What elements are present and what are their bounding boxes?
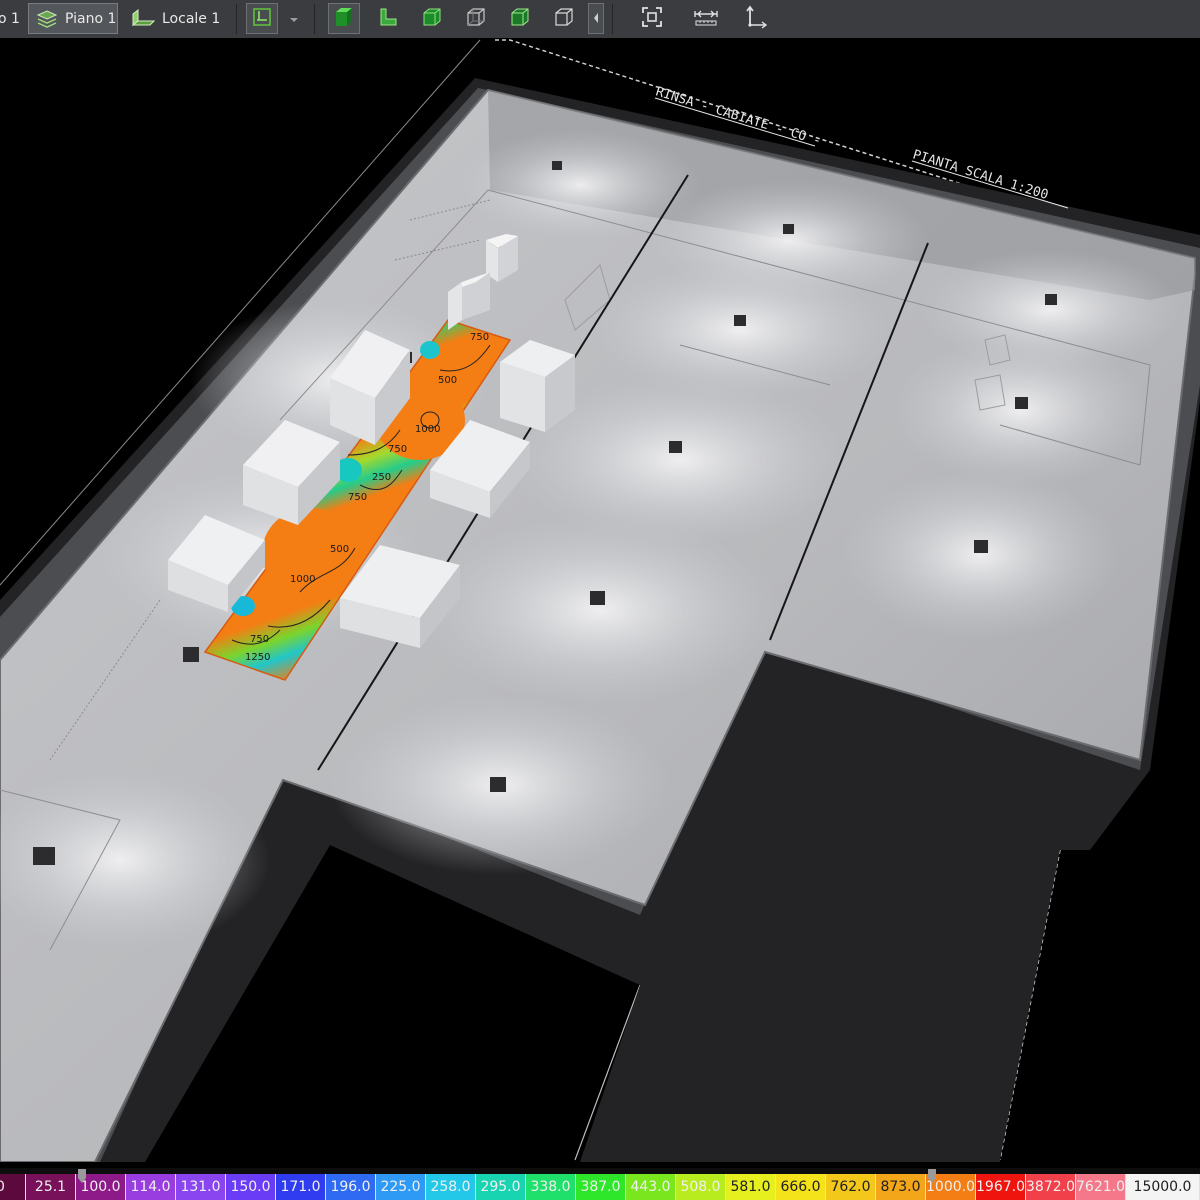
box — [500, 340, 575, 432]
outline-cube-icon — [553, 6, 575, 32]
tab-label: o 1 — [0, 10, 20, 27]
legend-swatch: 443.0 — [626, 1174, 676, 1200]
zoom-fit-button[interactable] — [636, 3, 668, 34]
floor-stack-icon — [35, 8, 59, 30]
legend-swatch: 131.0 — [176, 1174, 226, 1200]
legend-swatch: 7621.0 — [1076, 1174, 1126, 1200]
legend-swatch: 196.0 — [326, 1174, 376, 1200]
legend-swatch: 15000.0 — [1126, 1174, 1200, 1200]
contour-label: 1000 — [415, 424, 440, 435]
legend-swatch: 1967.0 — [976, 1174, 1026, 1200]
wireframe-button[interactable] — [460, 3, 492, 34]
legend-swatch: 25.1 — [26, 1174, 76, 1200]
legend-swatch: 338.0 — [526, 1174, 576, 1200]
collapse-toolbar-button[interactable] — [588, 3, 604, 34]
contour-label: 1000 — [290, 574, 315, 585]
solid-view-button[interactable] — [328, 3, 360, 34]
chevron-left-icon — [592, 9, 600, 28]
toolbar-divider — [236, 4, 237, 34]
illuminance-legend: 025.1100.0114.0131.0150.0171.0196.0225.0… — [0, 1168, 1200, 1200]
legend-swatch: 666.0 — [776, 1174, 826, 1200]
measure-button[interactable] — [690, 3, 722, 34]
tab-label: Locale 1 — [162, 10, 221, 27]
shaded-cube-icon — [509, 6, 531, 32]
l-shape-view-icon — [377, 6, 399, 32]
toolbar-divider — [612, 4, 613, 34]
tab-label: Piano 1 — [65, 10, 117, 27]
legend-swatch: 581.0 — [726, 1174, 776, 1200]
legend-swatch: 225.0 — [376, 1174, 426, 1200]
contour-label: 750 — [348, 492, 367, 503]
tab-floor-partial[interactable]: o 1 — [0, 3, 24, 34]
legend-swatch: 171.0 — [276, 1174, 326, 1200]
cube-view-button[interactable] — [416, 3, 448, 34]
room-icon — [130, 8, 156, 30]
zoom-fit-icon — [641, 6, 663, 32]
contour-label: 250 — [372, 472, 391, 483]
wireframe-cube-icon — [465, 6, 487, 32]
legend-threshold-handle[interactable] — [78, 1168, 86, 1183]
legend-swatch: 762.0 — [826, 1174, 876, 1200]
chevron-down-icon — [289, 9, 299, 28]
legend-swatch: 114.0 — [126, 1174, 176, 1200]
legend-swatch: 508.0 — [676, 1174, 726, 1200]
contour-label: 500 — [330, 544, 349, 555]
view-dropdown-button[interactable] — [282, 3, 306, 34]
view-select-icon — [251, 6, 273, 32]
contour-label: 750 — [470, 332, 489, 343]
legend-swatch: 387.0 — [576, 1174, 626, 1200]
contour-label: 750 — [388, 444, 407, 455]
solid-green-view-icon — [333, 6, 355, 32]
view-select-button[interactable] — [246, 3, 278, 34]
axes-button[interactable] — [740, 3, 772, 34]
cube-view-icon — [421, 6, 443, 32]
legend-swatch: 258.0 — [426, 1174, 476, 1200]
legend-swatch: 295.0 — [476, 1174, 526, 1200]
toolbar: o 1 Piano 1 Locale 1 — [0, 0, 1200, 39]
contour-label: 750 — [250, 634, 269, 645]
measure-icon — [693, 6, 719, 32]
floor-plan-render: 750 500 1000 750 250 750 500 1000 750 12… — [0, 39, 1200, 1162]
contour-label: 500 — [438, 375, 457, 386]
tab-locale-1[interactable]: Locale 1 — [124, 3, 232, 34]
legend-swatch: 0 — [0, 1174, 26, 1200]
3d-viewport[interactable]: 750 500 1000 750 250 750 500 1000 750 12… — [0, 38, 1200, 1162]
outline-button[interactable] — [548, 3, 580, 34]
legend-swatch: 3872.0 — [1026, 1174, 1076, 1200]
shaded-button[interactable] — [504, 3, 536, 34]
legend-swatch: 150.0 — [226, 1174, 276, 1200]
legend-threshold-handle[interactable] — [928, 1168, 936, 1183]
legend-swatch: 873.0 — [876, 1174, 926, 1200]
l-shape-view-button[interactable] — [372, 3, 404, 34]
axes-icon — [743, 5, 769, 33]
tab-piano-1[interactable]: Piano 1 — [28, 3, 118, 34]
toolbar-divider — [314, 4, 315, 34]
contour-label: 1250 — [245, 652, 270, 663]
